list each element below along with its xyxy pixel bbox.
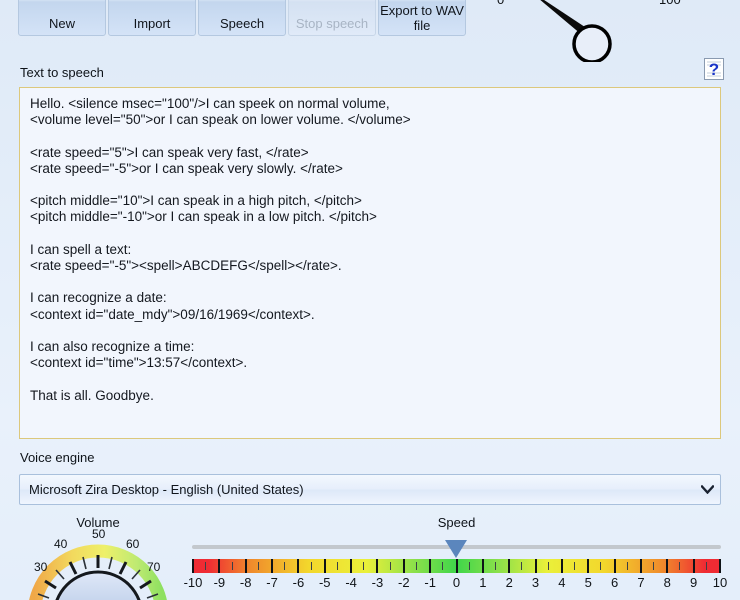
help-icon-glyph: ? [709, 60, 719, 79]
speed-tick-label: 6 [610, 575, 619, 590]
speed-tick-label: -10 [183, 575, 203, 590]
import-button[interactable]: Import [108, 0, 196, 36]
text-to-speech-label: Text to speech [20, 65, 104, 80]
speed-tick-label: -7 [266, 575, 278, 590]
speed-title: Speed [437, 515, 476, 530]
speed-tick-label: 0 [452, 575, 461, 590]
speed-tick-minor [389, 562, 391, 570]
speed-tick-minor [310, 562, 312, 570]
speed-tick-label: 7 [637, 575, 645, 590]
text-to-speech-value: Hello. <silence msec="100"/>I can speek … [30, 96, 411, 403]
speed-tick-major [692, 559, 695, 573]
help-icon[interactable]: ? [704, 58, 724, 80]
stop-speech-button: Stop speech [288, 0, 376, 36]
app-window: New Import Speech Stop speech Export to … [0, 0, 740, 600]
import-button-label: Import [133, 16, 171, 31]
speed-tick-label: 3 [531, 575, 540, 590]
speed-tick-minor [626, 562, 628, 570]
export-wav-button-label: Export to WAV file [380, 3, 464, 33]
speed-tick-minor [363, 562, 365, 570]
speech-button-label: Speech [219, 16, 265, 31]
speed-tick-label: 1 [479, 575, 487, 590]
toolbar: New Import Speech Stop speech Export to … [18, 0, 466, 36]
volume-tick-50: 50 [92, 527, 106, 541]
speed-tick-label: -1 [424, 575, 436, 590]
speed-tick-major [376, 559, 379, 573]
speed-tick-minor [653, 562, 655, 570]
speed-tick-label: 5 [584, 575, 592, 590]
speed-tick-label: -9 [213, 575, 226, 590]
speed-tick-major [587, 559, 590, 573]
level-gauge: 0 100 [470, 0, 740, 62]
speed-tick-major [719, 559, 721, 573]
speed-tick-minor [521, 562, 523, 570]
speed-tick-minor [574, 562, 576, 570]
speed-tick-minor [442, 562, 444, 570]
speed-tick-major [455, 559, 458, 573]
speed-tick-minor [495, 562, 497, 570]
new-button-label: New [48, 16, 75, 31]
speed-tick-minor [705, 562, 707, 570]
speed-tick-label: -6 [292, 575, 305, 590]
speed-tick-major [613, 559, 616, 573]
volume-tick-60: 60 [126, 537, 140, 551]
speed-tick-label: 4 [558, 575, 566, 590]
speed-tick-minor [415, 562, 417, 570]
speed-tick-minor [468, 562, 470, 570]
speed-tick-major [560, 559, 563, 573]
volume-tick-70: 70 [147, 560, 161, 574]
chevron-down-icon[interactable] [694, 485, 720, 494]
text-to-speech-input[interactable]: Hello. <silence msec="100"/>I can speek … [19, 87, 721, 439]
speed-tick-minor [284, 562, 286, 570]
level-gauge-max-label: 100 [659, 0, 681, 7]
speed-tick-minor [679, 562, 681, 570]
speed-tick-minor [257, 562, 259, 570]
speed-tick-major [481, 559, 484, 573]
speed-tick-label: -5 [318, 575, 331, 590]
speed-tick-major [350, 559, 353, 573]
volume-dial[interactable]: Volume 30 40 50 60 70 [12, 515, 184, 600]
speed-tick-minor [231, 562, 233, 570]
speed-tick-major [323, 559, 326, 573]
level-gauge-min-label: 0 [497, 0, 504, 7]
voice-engine-selected-value: Microsoft Zira Desktop - English (United… [29, 482, 304, 497]
speed-tick-major [218, 559, 221, 573]
speed-tick-major [297, 559, 300, 573]
speed-tick-label: 10 [712, 575, 728, 590]
volume-tick-30: 30 [34, 560, 48, 574]
speed-tick-minor [205, 562, 207, 570]
export-wav-button[interactable]: Export to WAV file [378, 0, 466, 36]
speed-tick-minor [547, 562, 549, 570]
speed-tick-label: 8 [663, 575, 671, 590]
speed-slider-thumb[interactable] [444, 540, 467, 558]
new-button[interactable]: New [18, 0, 106, 36]
speed-tick-major [639, 559, 642, 573]
speed-tick-label: -4 [345, 575, 357, 590]
speed-tick-label: -3 [371, 575, 384, 590]
speed-slider[interactable]: Speed -10 -9 -8 -7 -6 -5 -4 -3 -2 -1 0 1 2 3 4 5 6 7 8 9 10 [184, 515, 729, 600]
speed-tick-minor [600, 562, 602, 570]
speed-tick-major [192, 559, 194, 573]
voice-engine-select[interactable]: Microsoft Zira Desktop - English (United… [19, 474, 721, 505]
speed-tick-label: -2 [398, 575, 410, 590]
speed-tick-major [534, 559, 537, 573]
speed-tick-major [666, 559, 669, 573]
speed-tick-major [271, 559, 274, 573]
speech-button[interactable]: Speech [198, 0, 286, 36]
stop-speech-button-label: Stop speech [295, 16, 369, 31]
speed-tick-label: 9 [690, 575, 698, 590]
speed-tick-major [244, 559, 247, 573]
voice-engine-label: Voice engine [20, 450, 95, 465]
volume-tick-40: 40 [54, 537, 68, 551]
speed-tick-minor [336, 562, 338, 570]
speed-tick-major [429, 559, 432, 573]
speed-tick-major [402, 559, 405, 573]
speed-tick-major [508, 559, 511, 573]
speed-tick-label: 2 [505, 575, 513, 590]
speed-tick-label: -8 [239, 575, 252, 590]
